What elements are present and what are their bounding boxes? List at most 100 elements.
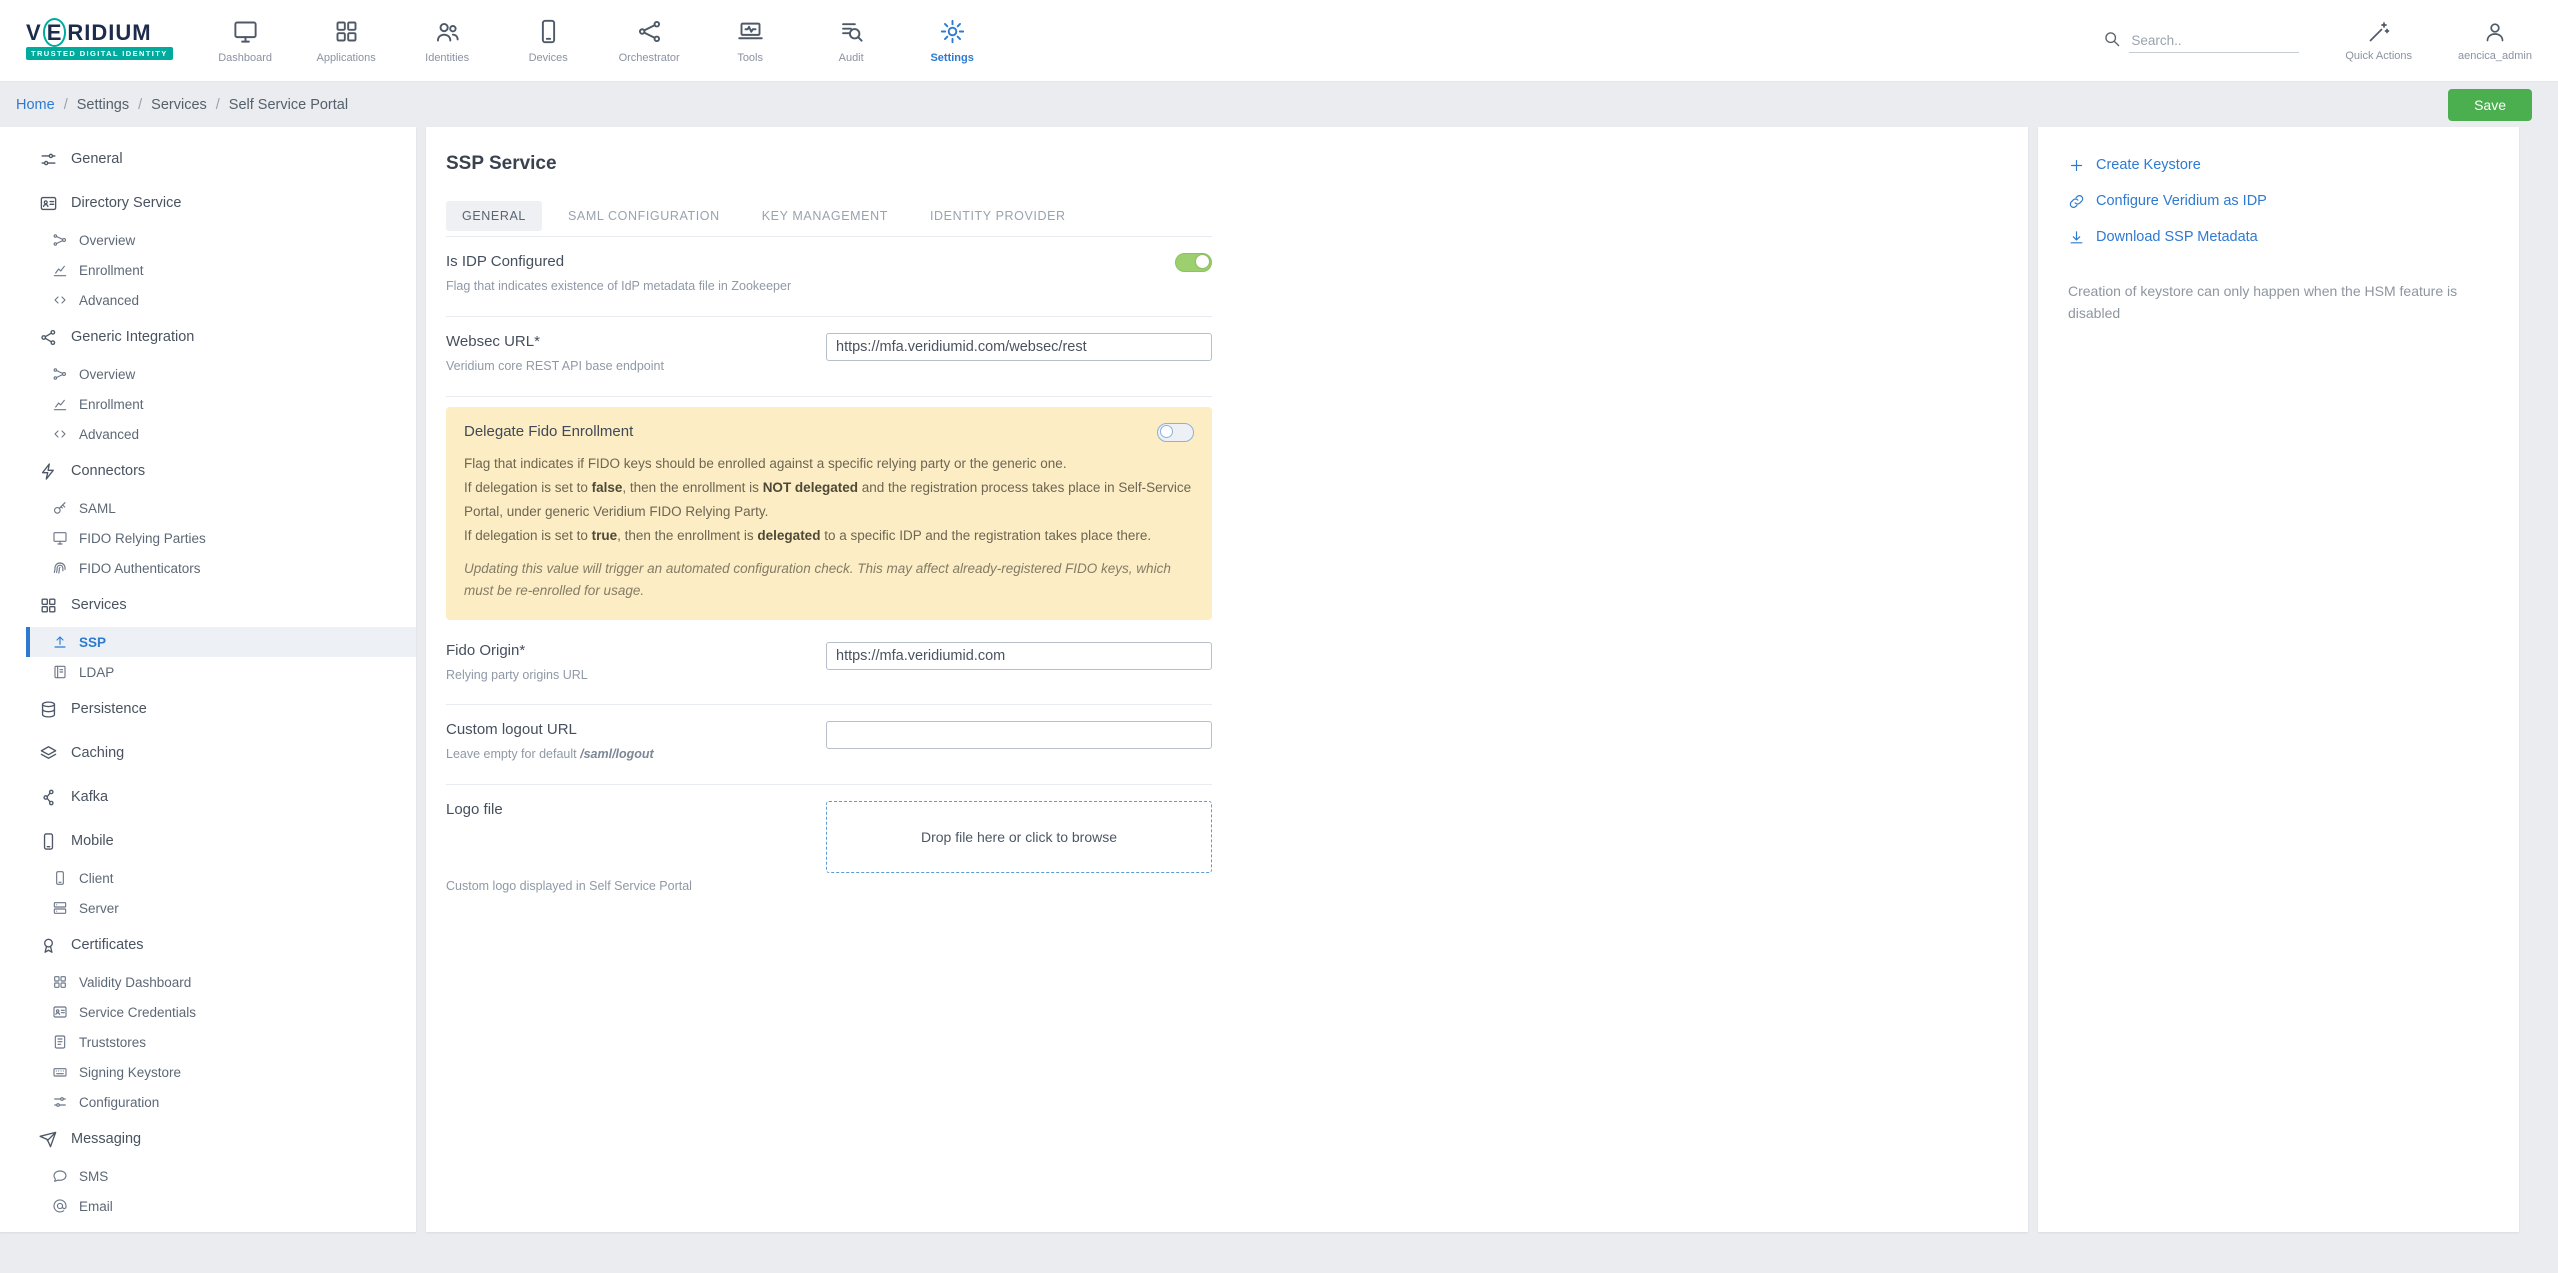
search-input[interactable] <box>2129 29 2299 53</box>
toggle-knob <box>1196 255 1209 268</box>
grid-icon <box>52 974 68 990</box>
sidebar-item-service-credentials[interactable]: Service Credentials <box>26 997 416 1027</box>
nav-applications[interactable]: Applications <box>296 0 397 81</box>
sidebar-item-fido-authenticators[interactable]: FIDO Authenticators <box>26 553 416 583</box>
quick-actions-button[interactable]: Quick Actions <box>2345 20 2412 62</box>
sidebar-item-directory-advanced[interactable]: Advanced <box>26 285 416 315</box>
general-form: Is IDP Configured Flag that indicates ex… <box>446 237 1212 893</box>
sidebar-item-kafka[interactable]: Kafka <box>26 775 416 819</box>
search-icon <box>2102 29 2121 48</box>
dashboard-icon <box>232 18 259 45</box>
settings-gear-icon <box>939 18 966 45</box>
tab-key-management[interactable]: KEY MANAGEMENT <box>746 201 904 231</box>
sliders-icon <box>52 1094 68 1110</box>
sidebar-item-persistence[interactable]: Persistence <box>26 687 416 731</box>
sidebar-item-configuration[interactable]: Configuration <box>26 1087 416 1117</box>
sidebar-item-email[interactable]: Email <box>26 1191 416 1221</box>
tab-general[interactable]: GENERAL <box>446 201 542 231</box>
page-title: SSP Service <box>446 153 2004 175</box>
sidebar-item-certificates[interactable]: Certificates <box>26 923 416 967</box>
websec-url-input[interactable] <box>826 333 1212 361</box>
nav-orchestrator[interactable]: Orchestrator <box>599 0 700 81</box>
sidebar-item-connectors[interactable]: Connectors <box>26 449 416 493</box>
sidebar-item-integration-overview[interactable]: Overview <box>26 359 416 389</box>
sidebar-item-client[interactable]: Client <box>26 863 416 893</box>
breadcrumb-services[interactable]: Services <box>151 97 207 113</box>
send-icon <box>39 1130 58 1149</box>
delegate-fido-label: Delegate Fido Enrollment <box>464 423 633 440</box>
fido-origin-description: Relying party origins URL <box>446 666 826 685</box>
fido-origin-input[interactable] <box>826 642 1212 670</box>
fingerprint-icon <box>52 560 68 576</box>
nodes-icon <box>52 232 68 248</box>
chart-icon <box>52 396 68 412</box>
breadcrumb: Home / Settings / Services / Self Servic… <box>16 97 348 113</box>
is-idp-toggle[interactable] <box>1175 253 1212 272</box>
id-card-icon <box>52 1004 68 1020</box>
sidebar-item-integration-enrollment[interactable]: Enrollment <box>26 389 416 419</box>
sidebar-item-ldap[interactable]: LDAP <box>26 657 416 687</box>
sidebar-item-ssp[interactable]: SSP <box>26 627 416 657</box>
server-icon <box>52 900 68 916</box>
breadcrumb-bar: Home / Settings / Services / Self Servic… <box>0 82 2558 127</box>
devices-icon <box>535 18 562 45</box>
sidebar-item-mobile[interactable]: Mobile <box>26 819 416 863</box>
nav-devices[interactable]: Devices <box>498 0 599 81</box>
nav-identities[interactable]: Identities <box>397 0 498 81</box>
sidebar-item-directory-enrollment[interactable]: Enrollment <box>26 255 416 285</box>
field-websec-url: Websec URL* Veridium core REST API base … <box>446 317 1212 396</box>
sidebar-item-integration-advanced[interactable]: Advanced <box>26 419 416 449</box>
plus-icon <box>2068 157 2085 174</box>
sidebar-item-general[interactable]: General <box>26 137 416 181</box>
user-menu[interactable]: aencica_admin <box>2458 20 2532 62</box>
create-keystore-link[interactable]: Create Keystore <box>2068 153 2489 177</box>
sidebar-item-signing-keystore[interactable]: Signing Keystore <box>26 1057 416 1087</box>
nav-dashboard[interactable]: Dashboard <box>195 0 296 81</box>
sidebar-item-saml[interactable]: SAML <box>26 493 416 523</box>
nav-tools[interactable]: Tools <box>700 0 801 81</box>
brand-e-ring: E <box>43 18 67 47</box>
logo-dropzone[interactable]: Drop file here or click to browse <box>826 801 1212 873</box>
nav-audit[interactable]: Audit <box>801 0 902 81</box>
custom-logout-input[interactable] <box>826 721 1212 749</box>
keystore-actions-panel: Create Keystore Configure Veridium as ID… <box>2038 127 2519 1232</box>
sidebar-item-sms[interactable]: SMS <box>26 1161 416 1191</box>
database-icon <box>39 700 58 719</box>
configure-idp-link[interactable]: Configure Veridium as IDP <box>2068 189 2489 213</box>
phone-icon <box>39 832 58 851</box>
tab-saml-configuration[interactable]: SAML CONFIGURATION <box>552 201 736 231</box>
field-is-idp-configured: Is IDP Configured Flag that indicates ex… <box>446 237 1212 316</box>
breadcrumb-separator: / <box>216 97 220 113</box>
nav-settings[interactable]: Settings <box>902 0 1003 81</box>
sidebar-item-fido-relying-parties[interactable]: FIDO Relying Parties <box>26 523 416 553</box>
veridium-logo[interactable]: VERIDIUM TRUSTED DIGITAL IDENTITY <box>26 22 173 60</box>
breadcrumb-settings[interactable]: Settings <box>77 97 129 113</box>
top-navbar: VERIDIUM TRUSTED DIGITAL IDENTITY Dashbo… <box>0 0 2558 82</box>
search-box <box>2102 29 2299 53</box>
is-idp-description: Flag that indicates existence of IdP met… <box>446 277 826 296</box>
hsm-note: Creation of keystore can only happen whe… <box>2068 281 2458 324</box>
sidebar-item-directory-service[interactable]: Directory Service <box>26 181 416 225</box>
sidebar-item-truststores[interactable]: Truststores <box>26 1027 416 1057</box>
kafka-icon <box>39 788 58 807</box>
sidebar-item-server[interactable]: Server <box>26 893 416 923</box>
user-icon <box>2483 20 2507 44</box>
save-button[interactable]: Save <box>2448 89 2532 121</box>
upload-icon <box>52 634 68 650</box>
sidebar-item-messaging[interactable]: Messaging <box>26 1117 416 1161</box>
brand-tagline: TRUSTED DIGITAL IDENTITY <box>26 47 173 60</box>
sidebar-item-directory-overview[interactable]: Overview <box>26 225 416 255</box>
code-icon <box>52 292 68 308</box>
tab-identity-provider[interactable]: IDENTITY PROVIDER <box>914 201 1082 231</box>
sidebar-item-validity-dashboard[interactable]: Validity Dashboard <box>26 967 416 997</box>
breadcrumb-home[interactable]: Home <box>16 97 55 113</box>
delegate-fido-highlight-box: Delegate Fido Enrollment Flag that indic… <box>446 407 1212 620</box>
share-icon <box>39 328 58 347</box>
sidebar-item-services[interactable]: Services <box>26 583 416 627</box>
sidebar-item-caching[interactable]: Caching <box>26 731 416 775</box>
delegate-fido-description: Flag that indicates if FIDO keys should … <box>464 452 1194 548</box>
link-icon <box>2068 193 2085 210</box>
delegate-fido-toggle[interactable] <box>1157 423 1194 442</box>
download-metadata-link[interactable]: Download SSP Metadata <box>2068 225 2489 249</box>
sidebar-item-generic-integration[interactable]: Generic Integration <box>26 315 416 359</box>
